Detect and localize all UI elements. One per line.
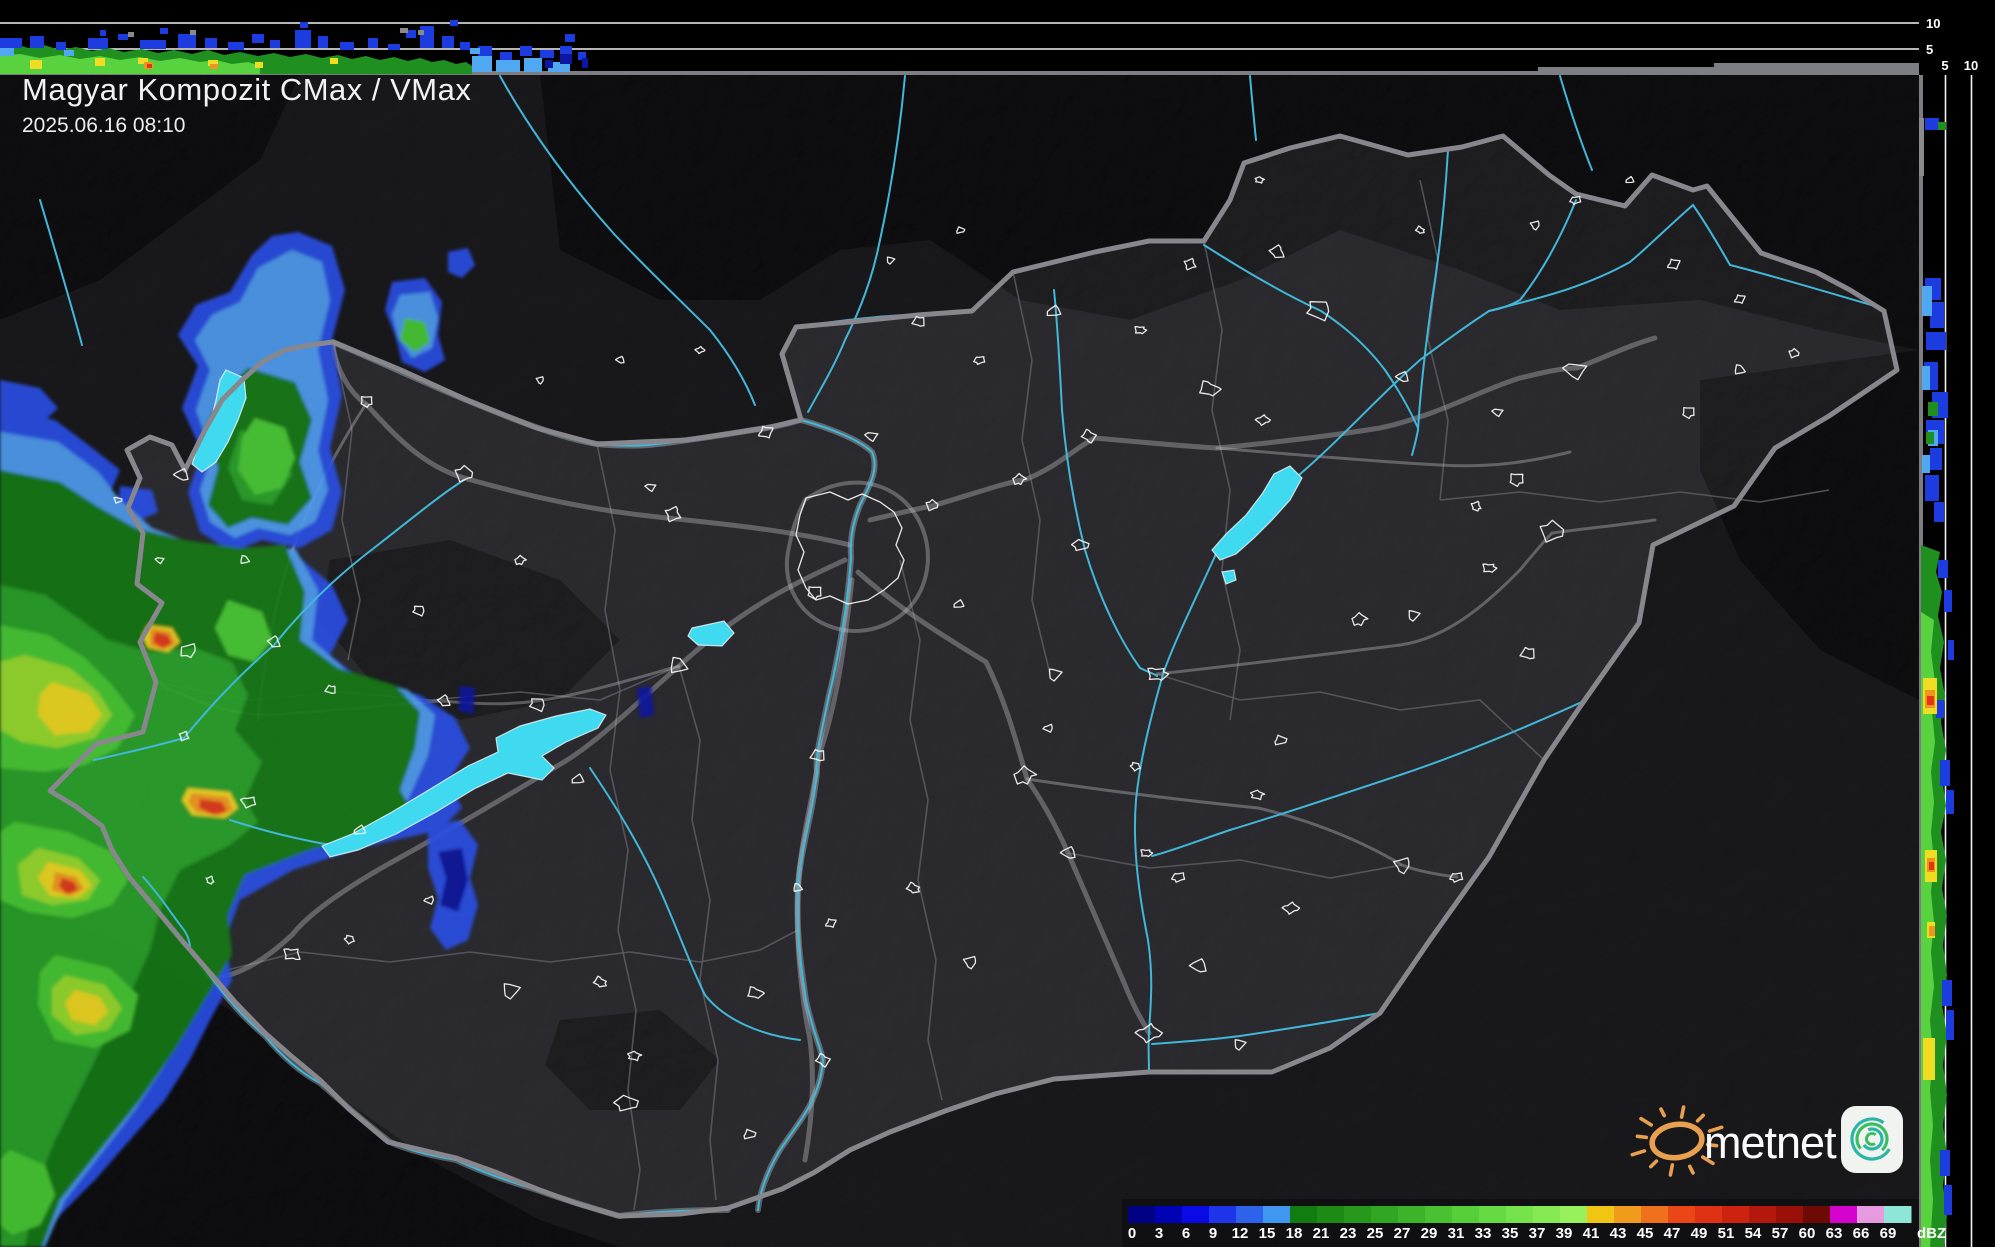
dbz-segment (1371, 1206, 1399, 1223)
dbz-unit-label: dBZ (1917, 1225, 1946, 1242)
radar-cell-region (637, 686, 654, 718)
right-cross-section: 5 10 (1919, 58, 1995, 1247)
top-axis-label-5: 5 (1926, 42, 1933, 57)
dbz-segment (1182, 1206, 1210, 1223)
dbz-segment (1533, 1206, 1561, 1223)
color-scale-segments (1128, 1206, 1912, 1223)
dbz-tick-label: 25 (1367, 1225, 1384, 1242)
dbz-segment (1425, 1206, 1453, 1223)
dbz-tick-label: 6 (1182, 1225, 1190, 1242)
timestamp: 2025.06.16 08:10 (22, 114, 186, 137)
dbz-segment (1236, 1206, 1264, 1223)
page-title: Magyar Kompozit CMax / VMax (22, 72, 472, 107)
top-cross-section: 10 5 (0, 0, 1995, 75)
dbz-tick-label: 29 (1421, 1225, 1438, 1242)
dbz-color-scale: 0 3 6 9 12 15 18 21 23 25 27 29 31 33 35 37 39 41 43 45 47 49… (1122, 1199, 1946, 1247)
dbz-segment (1128, 1206, 1156, 1223)
dbz-tick-label: 45 (1637, 1225, 1654, 1242)
dbz-segment (1452, 1206, 1480, 1223)
dbz-segment (1614, 1206, 1642, 1223)
dbz-tick-label: 69 (1880, 1225, 1897, 1242)
dbz-tick-label: 31 (1448, 1225, 1465, 1242)
dbz-segment (1668, 1206, 1696, 1223)
top-axis-label-10: 10 (1926, 16, 1940, 31)
radar-map-canvas: 10 5 5 10 metnet 0 3 6 9 12 15 18 21 23 … (0, 0, 1995, 1247)
dbz-segment (1317, 1206, 1345, 1223)
dbz-segment (1155, 1206, 1183, 1223)
dbz-segment (1695, 1206, 1723, 1223)
dbz-segment (1749, 1206, 1777, 1223)
dbz-segment (1506, 1206, 1534, 1223)
metnet-app-icon (1841, 1106, 1903, 1173)
dbz-segment (1290, 1206, 1318, 1223)
dbz-segment (1398, 1206, 1426, 1223)
dbz-segment (1641, 1206, 1669, 1223)
dbz-segment (1803, 1206, 1831, 1223)
map-area (0, 75, 1919, 1247)
logo-text: metnet (1704, 1117, 1837, 1168)
title-block: Magyar Kompozit CMax / VMax 2025.06.16 0… (22, 72, 471, 138)
dbz-tick-label: 37 (1529, 1225, 1546, 1242)
radar-cell-region (459, 686, 475, 714)
dbz-segment (1857, 1206, 1885, 1223)
dbz-tick-label: 9 (1209, 1225, 1217, 1242)
dbz-tick-label: 57 (1772, 1225, 1789, 1242)
dbz-tick-label: 63 (1826, 1225, 1843, 1242)
dbz-tick-label: 49 (1691, 1225, 1708, 1242)
dbz-segment (1344, 1206, 1372, 1223)
dbz-segment (1587, 1206, 1615, 1223)
dbz-tick-label: 27 (1394, 1225, 1411, 1242)
dbz-tick-label: 51 (1718, 1225, 1735, 1242)
dbz-tick-label: 60 (1799, 1225, 1816, 1242)
dbz-segment (1830, 1206, 1858, 1223)
dbz-segment (1263, 1206, 1291, 1223)
dbz-tick-label: 47 (1664, 1225, 1681, 1242)
right-axis-label-10: 10 (1964, 58, 1978, 73)
right-axis-label-5: 5 (1941, 58, 1948, 73)
dbz-tick-label: 43 (1610, 1225, 1627, 1242)
dbz-tick-label: 21 (1313, 1225, 1330, 1242)
dbz-tick-label: 66 (1853, 1225, 1870, 1242)
dbz-tick-label: 3 (1155, 1225, 1163, 1242)
dbz-tick-label: 12 (1232, 1225, 1249, 1242)
dbz-tick-label: 54 (1745, 1225, 1762, 1242)
dbz-tick-label: 35 (1502, 1225, 1519, 1242)
dbz-tick-label: 0 (1128, 1225, 1136, 1242)
dbz-tick-label: 39 (1556, 1225, 1573, 1242)
dbz-segment (1479, 1206, 1507, 1223)
radar-composite-viewer: 10 5 5 10 metnet 0 3 6 9 12 15 18 21 23 … (0, 0, 1995, 1247)
dbz-segment (1884, 1206, 1912, 1223)
dbz-tick-label: 15 (1259, 1225, 1276, 1242)
dbz-segment (1722, 1206, 1750, 1223)
dbz-tick-label: 33 (1475, 1225, 1492, 1242)
dbz-tick-label: 41 (1583, 1225, 1600, 1242)
dbz-tick-label: 23 (1340, 1225, 1357, 1242)
dbz-segment (1776, 1206, 1804, 1223)
dbz-segment (1209, 1206, 1237, 1223)
dbz-segment (1560, 1206, 1588, 1223)
dbz-tick-label: 18 (1286, 1225, 1303, 1242)
